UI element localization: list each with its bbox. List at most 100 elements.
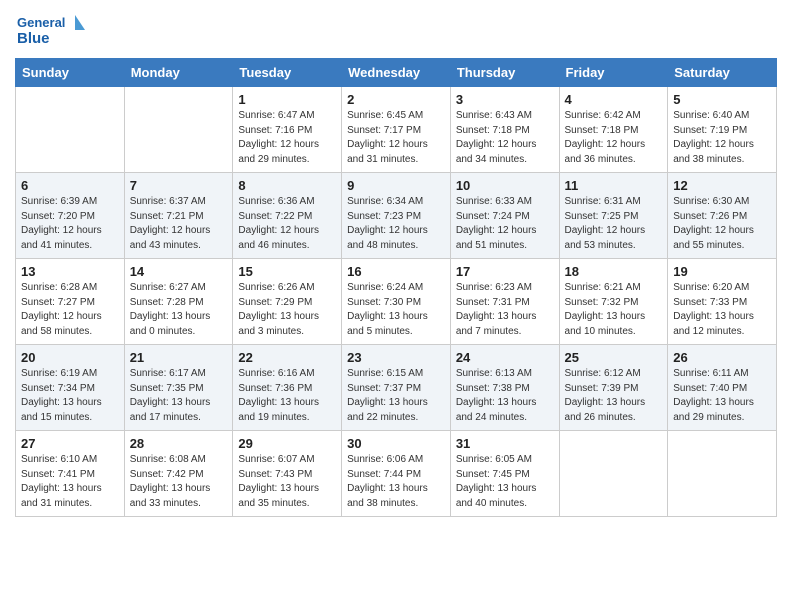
cell-content: Sunrise: 6:33 AM Sunset: 7:24 PM Dayligh… <box>456 195 554 253</box>
day-number: 24 <box>456 350 554 365</box>
cell-content: Sunrise: 6:39 AM Sunset: 7:20 PM Dayligh… <box>21 195 119 253</box>
cell-content: Sunrise: 6:08 AM Sunset: 7:42 PM Dayligh… <box>130 453 228 511</box>
day-number: 9 <box>347 178 445 193</box>
calendar-week-4: 20 Sunrise: 6:19 AM Sunset: 7:34 PM Dayli… <box>16 345 777 431</box>
cell-content: Sunrise: 6:37 AM Sunset: 7:21 PM Dayligh… <box>130 195 228 253</box>
day-number: 4 <box>565 92 663 107</box>
calendar-cell: 28Sunrise: 6:08 AM Sunset: 7:42 PM Dayli… <box>124 431 233 517</box>
svg-text:General: General <box>17 15 65 30</box>
calendar-week-1: 1Sunrise: 6:47 AM Sunset: 7:16 PM Daylig… <box>16 87 777 173</box>
day-number: 14 <box>130 264 228 279</box>
logo-svg: General Blue <box>15 10 85 50</box>
calendar-cell: 17 Sunrise: 6:23 AM Sunset: 7:31 PM Dayli… <box>450 259 559 345</box>
calendar-cell: 25 Sunrise: 6:12 AM Sunset: 7:39 PM Dayli… <box>559 345 668 431</box>
day-number: 13 <box>21 264 119 279</box>
day-number: 23 <box>347 350 445 365</box>
calendar-table: SundayMondayTuesdayWednesdayThursdayFrid… <box>15 58 777 517</box>
cell-content: Sunrise: 6:27 AM Sunset: 7:28 PM Dayligh… <box>130 281 228 339</box>
svg-text:Blue: Blue <box>17 30 50 47</box>
cell-content: Sunrise: 6:31 AM Sunset: 7:25 PM Dayligh… <box>565 195 663 253</box>
column-header-wednesday: Wednesday <box>342 59 451 87</box>
cell-content: Sunrise: 6:11 AM Sunset: 7:40 PM Dayligh… <box>673 367 771 425</box>
calendar-cell: 12Sunrise: 6:30 AM Sunset: 7:26 PM Dayli… <box>668 173 777 259</box>
day-number: 11 <box>565 178 663 193</box>
day-number: 20 <box>21 350 119 365</box>
calendar-cell <box>124 87 233 173</box>
page-header: General Blue <box>15 10 777 50</box>
calendar-cell: 24 Sunrise: 6:13 AM Sunset: 7:38 PM Dayli… <box>450 345 559 431</box>
day-number: 25 <box>565 350 663 365</box>
calendar-cell: 18Sunrise: 6:21 AM Sunset: 7:32 PM Dayli… <box>559 259 668 345</box>
day-number: 5 <box>673 92 771 107</box>
column-header-saturday: Saturday <box>668 59 777 87</box>
calendar-cell: 31 Sunrise: 6:05 AM Sunset: 7:45 PM Dayli… <box>450 431 559 517</box>
calendar-cell: 26 Sunrise: 6:11 AM Sunset: 7:40 PM Dayli… <box>668 345 777 431</box>
cell-content: Sunrise: 6:13 AM Sunset: 7:38 PM Dayligh… <box>456 367 554 425</box>
calendar-cell: 15 Sunrise: 6:26 AM Sunset: 7:29 PM Dayli… <box>233 259 342 345</box>
calendar-cell: 13 Sunrise: 6:28 AM Sunset: 7:27 PM Dayli… <box>16 259 125 345</box>
day-number: 22 <box>238 350 336 365</box>
day-number: 17 <box>456 264 554 279</box>
cell-content: Sunrise: 6:47 AM Sunset: 7:16 PM Dayligh… <box>238 109 336 167</box>
cell-content: Sunrise: 6:30 AM Sunset: 7:26 PM Dayligh… <box>673 195 771 253</box>
calendar-cell: 21Sunrise: 6:17 AM Sunset: 7:35 PM Dayli… <box>124 345 233 431</box>
cell-content: Sunrise: 6:16 AM Sunset: 7:36 PM Dayligh… <box>238 367 336 425</box>
calendar-cell: 9Sunrise: 6:34 AM Sunset: 7:23 PM Daylig… <box>342 173 451 259</box>
calendar-cell: 2Sunrise: 6:45 AM Sunset: 7:17 PM Daylig… <box>342 87 451 173</box>
calendar-cell <box>668 431 777 517</box>
calendar-cell: 3 Sunrise: 6:43 AM Sunset: 7:18 PM Daylig… <box>450 87 559 173</box>
cell-content: Sunrise: 6:40 AM Sunset: 7:19 PM Dayligh… <box>673 109 771 167</box>
day-number: 7 <box>130 178 228 193</box>
cell-content: Sunrise: 6:42 AM Sunset: 7:18 PM Dayligh… <box>565 109 663 167</box>
calendar-cell: 16 Sunrise: 6:24 AM Sunset: 7:30 PM Dayli… <box>342 259 451 345</box>
cell-content: Sunrise: 6:20 AM Sunset: 7:33 PM Dayligh… <box>673 281 771 339</box>
calendar-cell: 22 Sunrise: 6:16 AM Sunset: 7:36 PM Dayli… <box>233 345 342 431</box>
calendar-cell: 8Sunrise: 6:36 AM Sunset: 7:22 PM Daylig… <box>233 173 342 259</box>
calendar-cell: 10 Sunrise: 6:33 AM Sunset: 7:24 PM Dayli… <box>450 173 559 259</box>
calendar-cell: 5 Sunrise: 6:40 AM Sunset: 7:19 PM Daylig… <box>668 87 777 173</box>
calendar-cell: 6 Sunrise: 6:39 AM Sunset: 7:20 PM Daylig… <box>16 173 125 259</box>
logo: General Blue <box>15 10 85 50</box>
day-number: 29 <box>238 436 336 451</box>
calendar-cell <box>16 87 125 173</box>
day-number: 26 <box>673 350 771 365</box>
calendar-cell: 20 Sunrise: 6:19 AM Sunset: 7:34 PM Dayli… <box>16 345 125 431</box>
day-number: 2 <box>347 92 445 107</box>
calendar-cell: 23 Sunrise: 6:15 AM Sunset: 7:37 PM Dayli… <box>342 345 451 431</box>
day-number: 31 <box>456 436 554 451</box>
day-number: 6 <box>21 178 119 193</box>
cell-content: Sunrise: 6:24 AM Sunset: 7:30 PM Dayligh… <box>347 281 445 339</box>
calendar-cell: 27 Sunrise: 6:10 AM Sunset: 7:41 PM Dayli… <box>16 431 125 517</box>
day-number: 3 <box>456 92 554 107</box>
calendar-week-5: 27 Sunrise: 6:10 AM Sunset: 7:41 PM Dayli… <box>16 431 777 517</box>
cell-content: Sunrise: 6:06 AM Sunset: 7:44 PM Dayligh… <box>347 453 445 511</box>
cell-content: Sunrise: 6:26 AM Sunset: 7:29 PM Dayligh… <box>238 281 336 339</box>
calendar-cell: 30Sunrise: 6:06 AM Sunset: 7:44 PM Dayli… <box>342 431 451 517</box>
day-number: 27 <box>21 436 119 451</box>
column-header-sunday: Sunday <box>16 59 125 87</box>
cell-content: Sunrise: 6:07 AM Sunset: 7:43 PM Dayligh… <box>238 453 336 511</box>
cell-content: Sunrise: 6:10 AM Sunset: 7:41 PM Dayligh… <box>21 453 119 511</box>
cell-content: Sunrise: 6:15 AM Sunset: 7:37 PM Dayligh… <box>347 367 445 425</box>
calendar-week-2: 6 Sunrise: 6:39 AM Sunset: 7:20 PM Daylig… <box>16 173 777 259</box>
calendar-cell: 19Sunrise: 6:20 AM Sunset: 7:33 PM Dayli… <box>668 259 777 345</box>
column-header-thursday: Thursday <box>450 59 559 87</box>
day-number: 16 <box>347 264 445 279</box>
column-header-tuesday: Tuesday <box>233 59 342 87</box>
cell-content: Sunrise: 6:23 AM Sunset: 7:31 PM Dayligh… <box>456 281 554 339</box>
cell-content: Sunrise: 6:28 AM Sunset: 7:27 PM Dayligh… <box>21 281 119 339</box>
column-header-monday: Monday <box>124 59 233 87</box>
day-number: 8 <box>238 178 336 193</box>
calendar-cell: 1Sunrise: 6:47 AM Sunset: 7:16 PM Daylig… <box>233 87 342 173</box>
calendar-cell: 4 Sunrise: 6:42 AM Sunset: 7:18 PM Daylig… <box>559 87 668 173</box>
cell-content: Sunrise: 6:21 AM Sunset: 7:32 PM Dayligh… <box>565 281 663 339</box>
day-number: 21 <box>130 350 228 365</box>
cell-content: Sunrise: 6:05 AM Sunset: 7:45 PM Dayligh… <box>456 453 554 511</box>
calendar-cell: 11 Sunrise: 6:31 AM Sunset: 7:25 PM Dayli… <box>559 173 668 259</box>
calendar-cell <box>559 431 668 517</box>
cell-content: Sunrise: 6:43 AM Sunset: 7:18 PM Dayligh… <box>456 109 554 167</box>
cell-content: Sunrise: 6:12 AM Sunset: 7:39 PM Dayligh… <box>565 367 663 425</box>
day-number: 10 <box>456 178 554 193</box>
day-number: 15 <box>238 264 336 279</box>
cell-content: Sunrise: 6:19 AM Sunset: 7:34 PM Dayligh… <box>21 367 119 425</box>
